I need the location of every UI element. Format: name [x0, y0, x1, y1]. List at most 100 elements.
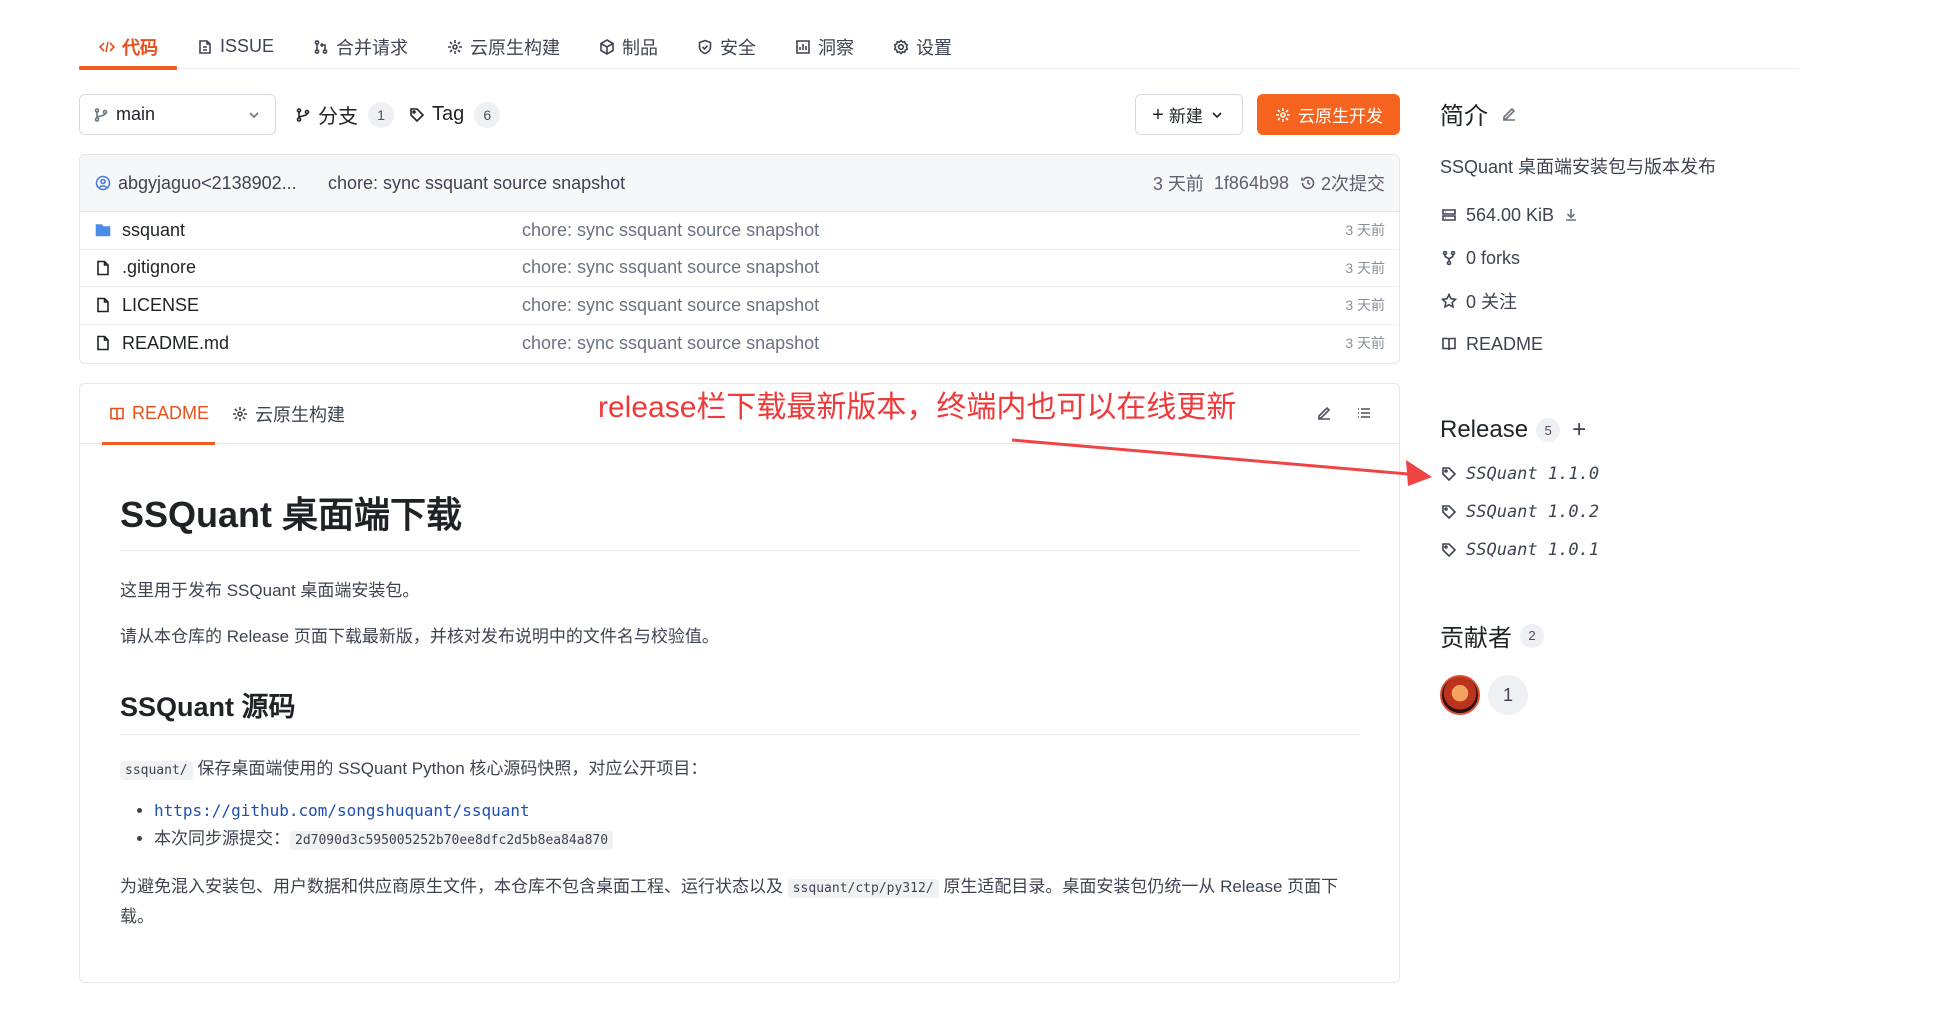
branches-link[interactable]: 分支 1	[294, 94, 394, 135]
new-button[interactable]: + 新建	[1135, 94, 1243, 135]
readme-paragraph: 这里用于发布 SSQuant 桌面端安装包。	[120, 581, 420, 600]
release-item[interactable]: SSQuant 1.0.2	[1440, 500, 1800, 524]
tab-insights[interactable]: 洞察	[775, 24, 873, 69]
paragraph-text: 保存桌面端使用的 SSQuant Python 核心源码快照，对应公开项目：	[192, 759, 708, 778]
commit-count: 2次提交	[1320, 174, 1385, 194]
size-value: 564.00 KiB	[1466, 204, 1555, 225]
inline-code: ssquant/ctp/py312/	[787, 879, 939, 898]
pull-request-icon	[312, 38, 330, 56]
release-title[interactable]: Release	[1440, 416, 1528, 444]
file-icon	[94, 334, 112, 352]
code-icon	[98, 38, 116, 56]
readme-content: SSQuant 桌面端下载 这里用于发布 SSQuant 桌面端安装包。 请从本…	[80, 486, 1399, 931]
table-row[interactable]: ssquant chore: sync ssquant source snaps…	[80, 212, 1399, 250]
list-item: https://github.com/songshuquant/ssquant	[154, 797, 1359, 825]
tag-icon	[1440, 503, 1458, 521]
storage-icon	[1440, 206, 1458, 224]
list-icon[interactable]	[1355, 404, 1373, 422]
tab-code[interactable]: 代码	[79, 24, 177, 70]
intro-section: 简介	[1440, 96, 1800, 131]
file-commit-message[interactable]: chore: sync ssquant source snapshot	[522, 220, 1345, 241]
chevron-down-icon	[1208, 106, 1226, 124]
build-icon	[1274, 106, 1292, 124]
release-item[interactable]: SSQuant 1.1.0	[1440, 462, 1800, 486]
chart-icon	[794, 38, 812, 56]
file-commit-message[interactable]: chore: sync ssquant source snapshot	[522, 295, 1345, 316]
download-icon[interactable]	[1562, 206, 1580, 224]
contributors-title: 贡献者	[1440, 625, 1512, 652]
contributors-count: 2	[1520, 623, 1544, 648]
table-row[interactable]: README.md chore: sync ssquant source sna…	[80, 325, 1399, 363]
tab-packages[interactable]: 制品	[579, 24, 677, 69]
tab-settings[interactable]: 设置	[873, 24, 971, 69]
file-icon	[94, 296, 112, 314]
folder-icon	[94, 221, 112, 239]
repo-nav: 代码 ISSUE 合并请求 云原生构建 制品 安全 洞察 设置	[79, 24, 1799, 70]
tab-security[interactable]: 安全	[677, 24, 775, 69]
tab-label: README	[132, 403, 210, 423]
file-commit-message[interactable]: chore: sync ssquant source snapshot	[522, 333, 1345, 354]
file-name[interactable]: .gitignore	[122, 257, 196, 278]
stars-link[interactable]: 0 关注	[1440, 289, 1800, 313]
repo-sidebar: 简介 SSQuant 桌面端安装包与版本发布 564.00 KiB 0 fork…	[1440, 96, 1800, 715]
edit-icon[interactable]	[1500, 105, 1518, 123]
table-row[interactable]: .gitignore chore: sync ssquant source sn…	[80, 250, 1399, 287]
file-time: 3 天前	[1345, 297, 1385, 314]
branch-icon	[92, 106, 110, 124]
file-name[interactable]: LICENSE	[122, 295, 199, 316]
readme-list: https://github.com/songshuquant/ssquant …	[120, 797, 1359, 855]
tab-label: 安全	[720, 37, 757, 58]
fork-icon	[1440, 249, 1458, 267]
release-count: 5	[1536, 418, 1561, 442]
tab-cloud-build[interactable]: 云原生构建	[427, 24, 579, 69]
forks-link[interactable]: 0 forks	[1440, 246, 1800, 270]
release-name: SSQuant 1.0.1	[1466, 540, 1600, 560]
edit-icon[interactable]	[1315, 404, 1333, 422]
plus-icon: +	[1152, 103, 1164, 126]
latest-commit: abgyjaguo<2138902... chore: sync ssquant…	[80, 155, 1399, 212]
contributors-section: 贡献者 2	[1440, 618, 1800, 653]
tab-readme[interactable]: README	[102, 384, 216, 445]
branch-name: main	[116, 104, 156, 124]
book-icon	[1440, 335, 1458, 353]
file-time: 3 天前	[1345, 335, 1385, 352]
paragraph-text: 为避免混入安装包、用户数据和供应商原生文件，本仓库不包含桌面工程、运行状态以及	[120, 877, 788, 896]
commit-author[interactable]: abgyjaguo<2138902...	[94, 173, 314, 194]
author-name: abgyjaguo<2138902...	[118, 172, 297, 193]
file-commit-message[interactable]: chore: sync ssquant source snapshot	[522, 257, 1345, 278]
branch-selector[interactable]: main	[79, 94, 276, 135]
build-icon	[446, 38, 464, 56]
commit-history-link[interactable]: 2次提交	[1299, 170, 1385, 196]
readme-heading: SSQuant 源码	[120, 685, 1359, 735]
issue-icon	[196, 38, 214, 56]
tags-count: 6	[474, 101, 501, 128]
plus-icon[interactable]: +	[1572, 418, 1586, 442]
readme-link[interactable]: README	[1440, 332, 1800, 356]
tab-label: 云原生构建	[470, 37, 561, 58]
history-icon	[1299, 174, 1317, 192]
commit-hash[interactable]: 1f864b98	[1214, 173, 1289, 194]
commit-time: 3 天前	[1152, 174, 1204, 194]
commit-message[interactable]: chore: sync ssquant source snapshot	[328, 173, 625, 194]
tags-link[interactable]: Tag 6	[408, 94, 501, 135]
new-label: 新建	[1168, 107, 1203, 126]
github-link[interactable]: https://github.com/songshuquant/ssquant	[154, 801, 530, 820]
cloud-dev-button[interactable]: 云原生开发	[1257, 94, 1400, 135]
file-name[interactable]: ssquant	[122, 220, 185, 241]
tab-merge-requests[interactable]: 合并请求	[293, 24, 427, 69]
inline-code: 2d7090d3c595005252b70ee8dfc2d5b8ea84a870	[290, 831, 614, 850]
file-name[interactable]: README.md	[122, 333, 229, 354]
chevron-down-icon	[245, 106, 263, 124]
gear-icon	[892, 38, 910, 56]
tab-readme-build[interactable]: 云原生构建	[225, 384, 351, 444]
file-browser: abgyjaguo<2138902... chore: sync ssquant…	[79, 154, 1400, 364]
sync-label: 本次同步源提交：	[154, 829, 290, 848]
more-contributors[interactable]: 1	[1488, 675, 1528, 715]
tab-issue[interactable]: ISSUE	[177, 24, 293, 69]
avatar[interactable]	[1440, 675, 1480, 715]
stars-value: 0 关注	[1466, 292, 1518, 312]
tags-label: Tag	[432, 103, 465, 125]
file-time: 3 天前	[1345, 259, 1385, 276]
release-item[interactable]: SSQuant 1.0.1	[1440, 538, 1800, 562]
table-row[interactable]: LICENSE chore: sync ssquant source snaps…	[80, 287, 1399, 325]
